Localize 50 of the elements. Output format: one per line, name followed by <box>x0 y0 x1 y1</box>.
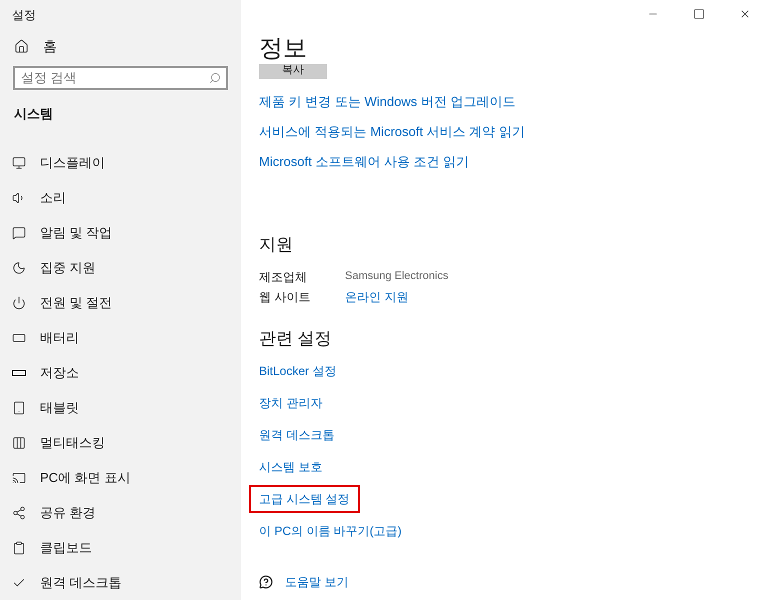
share-icon <box>12 506 26 520</box>
power-icon <box>12 296 26 310</box>
sidebar-item[interactable]: 공유 환경 <box>0 495 241 530</box>
sidebar-item[interactable]: 저장소 <box>0 355 241 390</box>
sidebar-item[interactable]: 태블릿 <box>0 390 241 425</box>
link[interactable]: 서비스에 적용되는 Microsoft 서비스 계약 읽기 <box>259 124 525 140</box>
sidebar-item[interactable]: 원격 데스크톱 <box>0 565 241 600</box>
copy-button[interactable]: 복사 <box>259 64 327 79</box>
tablet-icon <box>12 400 26 414</box>
settings-link[interactable]: BitLocker 설정 <box>249 357 346 385</box>
speech-bubble-icon <box>12 226 26 240</box>
monitor-icon <box>12 156 26 170</box>
sidebar-item[interactable]: 멀티태스킹 <box>0 425 241 460</box>
maximize-icon <box>693 8 705 20</box>
settings-link[interactable]: 고급 시스템 설정 <box>249 485 360 513</box>
section-heading: 관련 설정 <box>259 328 332 350</box>
home-link[interactable]: 홈 <box>0 28 241 66</box>
settings-link[interactable]: 원격 데스크톱 <box>249 421 344 449</box>
close-icon <box>739 8 751 20</box>
settings-link[interactable]: 시스템 보호 <box>249 453 332 481</box>
page-title: 정보 <box>259 34 307 64</box>
info-label: 제조업체 <box>259 268 308 286</box>
support-link[interactable]: 온라인 지원 <box>345 288 448 306</box>
sidebar-item[interactable]: 배터리 <box>0 320 241 355</box>
link[interactable]: Microsoft 소프트웨어 사용 조건 읽기 <box>259 154 525 170</box>
drive-icon <box>12 370 26 376</box>
link[interactable]: 제품 키 변경 또는 Windows 버전 업그레이드 <box>259 94 525 110</box>
clipboard-icon <box>12 540 26 554</box>
section-heading: 지원 <box>259 234 293 256</box>
search-icon <box>209 72 221 84</box>
help-icon <box>259 575 273 589</box>
sidebar-item[interactable]: 클립보드 <box>0 530 241 565</box>
columns-icon <box>12 436 26 450</box>
sidebar-item[interactable]: 소리 <box>0 180 241 215</box>
info-label: 웹 사이트 <box>259 288 312 306</box>
moon-icon <box>12 260 26 274</box>
cast-icon <box>12 470 26 484</box>
sidebar-item[interactable]: 집중 지원 <box>0 250 241 285</box>
sidebar-item[interactable]: 전원 및 절전 <box>0 285 241 320</box>
sidebar-item[interactable]: 디스플레이 <box>0 145 241 180</box>
home-icon <box>14 39 29 54</box>
sidebar-item[interactable]: PC에 화면 표시 <box>0 460 241 495</box>
help-link[interactable]: 도움말 보기 <box>259 573 348 591</box>
search-field[interactable]: 설정 검색 <box>13 66 228 90</box>
section-heading: 시스템 <box>13 104 54 122</box>
info-value: Samsung Electronics <box>345 268 448 284</box>
sidebar-item[interactable]: 알림 및 작업 <box>0 215 241 250</box>
window-title: 설정 <box>11 7 37 24</box>
settings-link[interactable]: 이 PC의 이름 바꾸기(고급) <box>249 517 412 545</box>
settings-link[interactable]: 장치 관리자 <box>249 389 332 417</box>
